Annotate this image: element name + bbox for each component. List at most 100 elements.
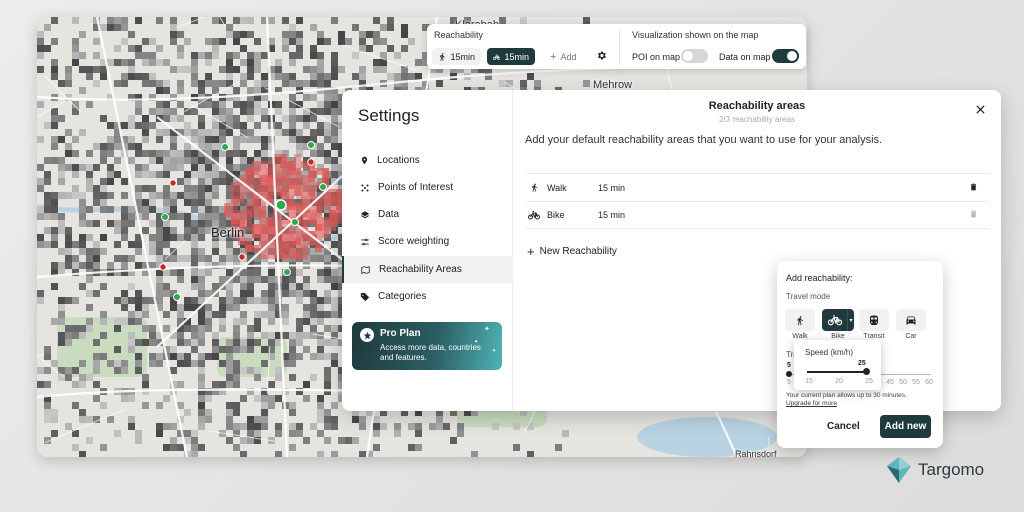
density-cell bbox=[37, 185, 44, 192]
density-cell bbox=[51, 241, 58, 248]
poi-marker-red[interactable] bbox=[238, 253, 246, 261]
density-cell bbox=[86, 304, 93, 311]
nav-item-locations[interactable]: Locations bbox=[342, 147, 513, 174]
density-cell bbox=[226, 360, 233, 367]
density-cell bbox=[331, 269, 338, 276]
density-cell bbox=[86, 206, 93, 213]
density-cell bbox=[170, 346, 177, 353]
add-new-button[interactable]: Add new bbox=[880, 415, 931, 438]
speed-knob[interactable] bbox=[863, 368, 870, 375]
density-cell bbox=[317, 297, 324, 304]
density-cell bbox=[261, 73, 268, 80]
nav-item-score-weighting[interactable]: Score weighting bbox=[342, 228, 513, 255]
poi-marker-green[interactable] bbox=[291, 218, 299, 226]
toolbar-settings-button[interactable] bbox=[596, 50, 607, 63]
density-cell bbox=[317, 150, 324, 157]
bike-options-dropdown[interactable]: ▾ bbox=[847, 309, 854, 331]
poi-marker-green[interactable] bbox=[173, 293, 181, 301]
reach-time-label: 15 min bbox=[598, 210, 626, 220]
density-cell bbox=[296, 269, 303, 276]
density-cell bbox=[156, 297, 163, 304]
delete-walk-button[interactable] bbox=[969, 182, 978, 194]
density-cell bbox=[93, 66, 100, 73]
density-cell bbox=[219, 38, 226, 45]
density-cell bbox=[114, 325, 121, 332]
density-cell bbox=[240, 108, 247, 115]
density-cell bbox=[86, 178, 93, 185]
reach-heat-cell bbox=[252, 196, 259, 203]
reach-heat-cell bbox=[287, 161, 294, 168]
poi-marker-green[interactable] bbox=[319, 183, 327, 191]
density-cell bbox=[562, 430, 569, 437]
density-cell bbox=[177, 234, 184, 241]
density-cell bbox=[289, 24, 296, 31]
walk-chip[interactable]: 15min bbox=[432, 48, 481, 65]
density-cell bbox=[212, 353, 219, 360]
delete-bike-button[interactable] bbox=[969, 209, 978, 221]
new-reachability-button[interactable]: + New Reachability bbox=[527, 242, 617, 260]
density-cell bbox=[296, 332, 303, 339]
travel-time-knob[interactable] bbox=[786, 371, 792, 377]
density-cell bbox=[107, 164, 114, 171]
add-reachability-chip[interactable]: + Add bbox=[544, 48, 588, 65]
reachability-title: Reachability bbox=[434, 30, 484, 40]
poi-marker-red[interactable] bbox=[307, 158, 315, 166]
poi-toggle[interactable] bbox=[681, 49, 708, 63]
density-cell bbox=[37, 38, 44, 45]
reach-heat-cell bbox=[252, 245, 259, 252]
reach-heat-cell bbox=[266, 175, 273, 182]
density-cell bbox=[149, 171, 156, 178]
speed-slider[interactable] bbox=[807, 371, 869, 373]
poi-marker-red[interactable] bbox=[169, 179, 177, 187]
density-cell bbox=[254, 276, 261, 283]
density-cell bbox=[233, 136, 240, 143]
poi-marker-red[interactable] bbox=[159, 263, 167, 271]
close-button[interactable] bbox=[973, 102, 987, 116]
density-cell bbox=[51, 115, 58, 122]
data-toggle[interactable] bbox=[772, 49, 799, 63]
upgrade-link[interactable]: Upgrade for more bbox=[786, 400, 938, 408]
density-cell bbox=[317, 101, 324, 108]
nav-item-points-of-interest[interactable]: Points of Interest bbox=[342, 174, 513, 201]
density-cell bbox=[324, 38, 331, 45]
density-cell bbox=[254, 136, 261, 143]
pro-plan-card[interactable]: Pro Plan Access more data, countries and… bbox=[352, 322, 502, 370]
mode-walk-button[interactable] bbox=[785, 309, 815, 331]
density-cell bbox=[142, 171, 149, 178]
density-cell bbox=[72, 38, 79, 45]
nav-item-reachability-areas[interactable]: Reachability Areas bbox=[342, 256, 513, 283]
density-cell bbox=[219, 360, 226, 367]
density-cell bbox=[331, 66, 338, 73]
density-cell bbox=[58, 213, 65, 220]
poi-marker-green[interactable] bbox=[221, 143, 229, 151]
nav-item-data[interactable]: Data bbox=[342, 201, 513, 228]
density-cell bbox=[380, 38, 387, 45]
density-cell bbox=[233, 423, 240, 430]
density-cell bbox=[128, 136, 135, 143]
density-cell bbox=[114, 171, 121, 178]
density-cell bbox=[65, 339, 72, 346]
density-cell bbox=[177, 311, 184, 318]
density-cell bbox=[191, 150, 198, 157]
reach-heat-cell bbox=[287, 168, 294, 175]
density-cell bbox=[177, 332, 184, 339]
density-cell bbox=[79, 129, 86, 136]
density-cell bbox=[219, 101, 226, 108]
location-marker[interactable] bbox=[275, 199, 287, 211]
mode-car-button[interactable] bbox=[896, 309, 926, 331]
nav-item-categories[interactable]: Categories bbox=[342, 283, 513, 310]
density-cell bbox=[93, 339, 100, 346]
poi-marker-green[interactable] bbox=[161, 213, 169, 221]
density-cell bbox=[289, 339, 296, 346]
density-cell bbox=[240, 45, 247, 52]
density-cell bbox=[268, 381, 275, 388]
cancel-button[interactable]: Cancel bbox=[827, 421, 860, 432]
poi-marker-green[interactable] bbox=[307, 141, 315, 149]
bike-chip[interactable]: 15min bbox=[487, 48, 535, 65]
poi-marker-green[interactable] bbox=[283, 268, 291, 276]
density-cell bbox=[254, 374, 261, 381]
mode-transit-button[interactable] bbox=[859, 309, 889, 331]
mode-bike-button[interactable] bbox=[822, 309, 848, 331]
reach-heat-cell bbox=[329, 224, 336, 231]
density-cell bbox=[401, 31, 408, 38]
